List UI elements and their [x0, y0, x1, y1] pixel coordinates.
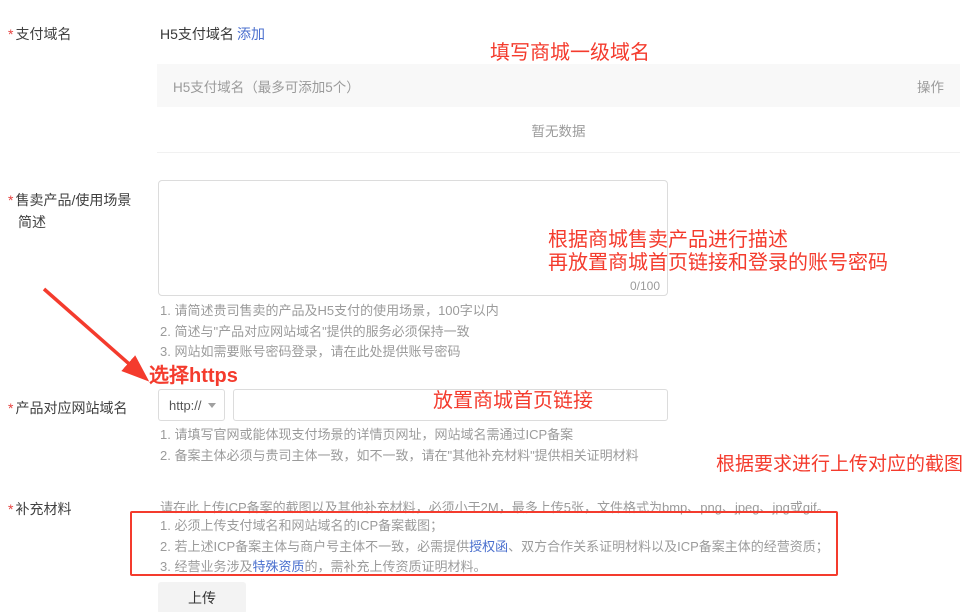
- domain-annotation: 填写商城一级域名: [490, 42, 650, 65]
- supplementary-item-3-text: 3. 经营业务涉及: [160, 559, 252, 574]
- description-note-1: 1. 请简述贵司售卖的产品及H5支付的使用场景，100字以内: [160, 301, 499, 322]
- char-counter: 0/100: [630, 279, 660, 293]
- website-note-2: 2. 备案主体必须与贵司主体一致，如不一致，请在"其他补充材料"提供相关证明材料: [160, 446, 639, 467]
- product-description-label: *售卖产品/使用场景 简述: [8, 189, 158, 233]
- protocol-select-value: http://: [169, 398, 202, 413]
- description-annotation-line2: 再放置商城首页链接和登录的账号密码: [548, 252, 888, 275]
- description-note-3: 3. 网站如需要账号密码登录，请在此处提供账号密码: [160, 342, 499, 363]
- domain-table-empty-row: 暂无数据: [157, 107, 960, 153]
- required-asterisk: *: [8, 400, 13, 416]
- special-qualification-link[interactable]: 特殊资质: [252, 559, 304, 574]
- chevron-down-icon: [208, 403, 216, 408]
- h5-domain-sublabel: H5支付域名: [160, 23, 234, 45]
- upload-annotation: 根据要求进行上传对应的截图: [716, 453, 963, 476]
- supplementary-item-2: 2. 若上述ICP备案主体与商户号主体不一致，必需提供授权函、双方合作关系证明材…: [160, 537, 829, 558]
- add-domain-link[interactable]: 添加: [237, 24, 265, 44]
- supplementary-label: *补充材料: [8, 498, 71, 520]
- supplementary-item-3: 3. 经营业务涉及特殊资质的，需补充上传资质证明材料。: [160, 557, 829, 578]
- payment-domain-label: *支付域名: [8, 23, 71, 45]
- required-asterisk: *: [8, 501, 13, 517]
- supplementary-item-2-text: 2. 若上述ICP备案主体与商户号主体不一致，必需提供: [160, 539, 469, 554]
- website-domain-label: *产品对应网站域名: [8, 397, 127, 419]
- merchant-form-page: *支付域名 H5支付域名 添加 填写商城一级域名 H5支付域名（最多可添加5个）…: [0, 0, 967, 612]
- description-notes: 1. 请简述贵司售卖的产品及H5支付的使用场景，100字以内 2. 简述与"产品…: [160, 301, 499, 363]
- required-asterisk: *: [8, 192, 13, 208]
- supplementary-item-1: 1. 必须上传支付域名和网站域名的ICP备案截图；: [160, 516, 829, 537]
- website-domain-notes: 1. 请填写官网或能体现支付场景的详情页网址，网站域名需通过ICP备案 2. 备…: [160, 425, 639, 466]
- domain-table-header-title: H5支付域名（最多可添加5个）: [173, 76, 360, 96]
- product-description-label-line2: 简述: [8, 214, 46, 230]
- domain-table-header: H5支付域名（最多可添加5个） 操作: [157, 64, 960, 107]
- required-asterisk: *: [8, 26, 13, 42]
- description-annotation-line1: 根据商城售卖产品进行描述: [548, 229, 788, 252]
- url-annotation: 放置商城首页链接: [433, 390, 593, 413]
- empty-data-text: 暂无数据: [532, 120, 586, 140]
- website-note-1: 1. 请填写官网或能体现支付场景的详情页网址，网站域名需通过ICP备案: [160, 425, 639, 446]
- protocol-select[interactable]: http://: [158, 389, 225, 421]
- annotation-arrow: [28, 283, 168, 395]
- domain-table-action-header: 操作: [917, 76, 944, 96]
- authorization-letter-link[interactable]: 授权函: [469, 539, 508, 554]
- supplementary-item-2-tail: 、双方合作关系证明材料以及ICP备案主体的经营资质；: [508, 539, 829, 554]
- supplementary-item-3-tail: 的，需补充上传资质证明材料。: [304, 559, 486, 574]
- upload-button[interactable]: 上传: [158, 582, 246, 612]
- supplementary-items: 1. 必须上传支付域名和网站域名的ICP备案截图； 2. 若上述ICP备案主体与…: [160, 516, 829, 578]
- https-annotation: 选择https: [149, 365, 238, 388]
- description-note-2: 2. 简述与"产品对应网站域名"提供的服务必须保持一致: [160, 322, 499, 343]
